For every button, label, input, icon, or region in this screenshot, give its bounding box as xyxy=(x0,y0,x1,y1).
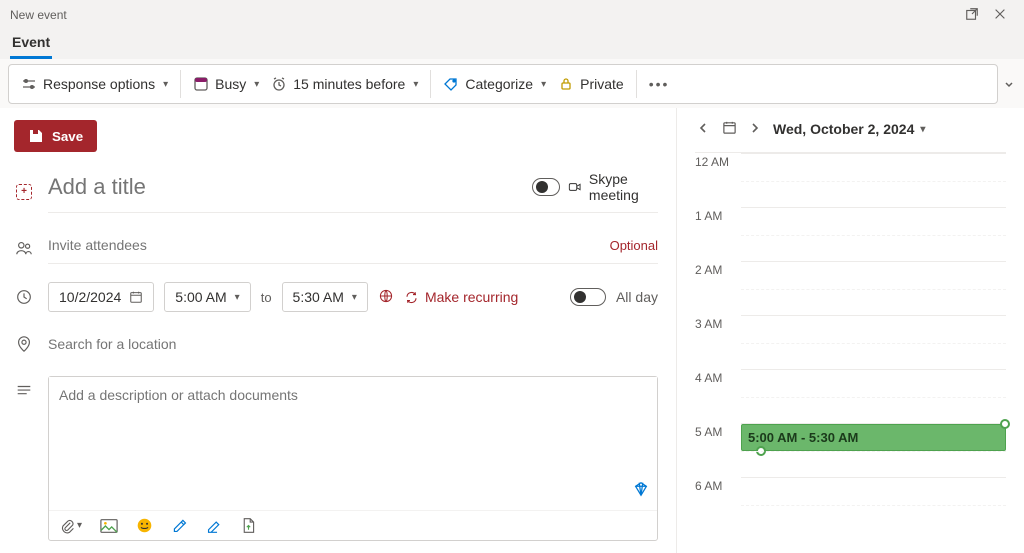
end-time-picker[interactable]: 5:30 AM ▾ xyxy=(282,282,368,312)
calendar-icon xyxy=(129,290,143,304)
more-options-button[interactable]: ••• xyxy=(643,72,676,96)
tab-event[interactable]: Event xyxy=(10,30,52,59)
day-view-date[interactable]: Wed, October 2, 2024 ▾ xyxy=(773,121,925,137)
chevron-down-icon: ▾ xyxy=(163,79,168,90)
chevron-down-icon: ▾ xyxy=(235,292,240,303)
popout-icon[interactable] xyxy=(958,7,986,24)
chevron-down-icon: ▾ xyxy=(541,79,546,90)
people-icon xyxy=(14,239,34,257)
highlight-button[interactable] xyxy=(171,517,188,534)
prev-day-button[interactable] xyxy=(695,121,711,137)
day-grid[interactable]: 12 AM 1 AM 2 AM 3 AM 4 AM 5 AM 5:00 AM -… xyxy=(695,152,1006,531)
resize-handle-top[interactable] xyxy=(1000,419,1010,429)
end-time-value: 5:30 AM xyxy=(293,289,344,305)
categorize-button[interactable]: Categorize ▾ xyxy=(437,72,552,96)
location-input[interactable] xyxy=(48,330,658,358)
start-date-value: 10/2/2024 xyxy=(59,289,121,305)
response-options-button[interactable]: Response options ▾ xyxy=(15,72,174,96)
hour-label: 12 AM xyxy=(695,153,741,207)
resize-handle-bottom[interactable] xyxy=(756,446,766,456)
attendees-input[interactable] xyxy=(48,231,610,259)
start-date-picker[interactable]: 10/2/2024 xyxy=(48,282,154,312)
clock-icon xyxy=(14,288,34,306)
recurring-label: Make recurring xyxy=(425,289,518,305)
day-view-date-label: Wed, October 2, 2024 xyxy=(773,121,914,137)
show-as-button[interactable]: Busy ▾ xyxy=(187,72,265,96)
attach-button[interactable]: ▾ xyxy=(59,518,82,534)
hour-label: 3 AM xyxy=(695,315,741,369)
chevron-down-icon: ▾ xyxy=(920,124,925,135)
start-time-value: 5:00 AM xyxy=(175,289,226,305)
video-icon xyxy=(568,178,581,196)
title-bar: New event xyxy=(0,0,1024,30)
template-icon[interactable]: + xyxy=(14,184,34,200)
event-form: Save + Skype meeting Optio xyxy=(0,108,676,553)
skype-toggle[interactable] xyxy=(532,178,559,196)
chevron-down-icon: ▾ xyxy=(254,79,259,90)
editor-diamond-icon[interactable] xyxy=(632,480,650,501)
tabs: Event xyxy=(0,30,1024,60)
reminder-button[interactable]: 15 minutes before ▾ xyxy=(265,72,424,96)
allday-toggle[interactable] xyxy=(570,288,606,306)
skype-label: Skype meeting xyxy=(589,171,658,203)
hour-label: 6 AM xyxy=(695,477,741,531)
ribbon: Response options ▾ Busy ▾ 15 minutes bef… xyxy=(0,60,1024,108)
event-block[interactable]: 5:00 AM - 5:30 AM xyxy=(741,424,1006,451)
recurring-icon xyxy=(404,290,419,305)
hour-label: 4 AM xyxy=(695,369,741,423)
reminder-label: 15 minutes before xyxy=(293,76,405,92)
description-box: ▾ xyxy=(48,376,658,541)
chevron-down-icon: ▾ xyxy=(413,79,418,90)
save-label: Save xyxy=(52,129,83,144)
private-button[interactable]: Private xyxy=(552,72,630,96)
insert-file-button[interactable] xyxy=(241,517,256,534)
private-label: Private xyxy=(580,76,624,92)
to-label: to xyxy=(261,290,272,305)
show-as-label: Busy xyxy=(215,76,246,92)
hour-label: 5 AM xyxy=(695,423,741,477)
chevron-down-icon: ▾ xyxy=(352,292,357,303)
calendar-picker-button[interactable] xyxy=(721,120,737,138)
location-icon xyxy=(14,335,34,353)
ellipsis-icon: ••• xyxy=(649,76,670,92)
optional-attendees-link[interactable]: Optional xyxy=(610,238,658,253)
main: Save + Skype meeting Optio xyxy=(0,108,1024,553)
categorize-label: Categorize xyxy=(465,76,533,92)
insert-image-button[interactable] xyxy=(100,518,118,534)
day-view-header: Wed, October 2, 2024 ▾ xyxy=(695,120,1006,138)
timezone-icon[interactable] xyxy=(378,288,394,307)
ink-button[interactable] xyxy=(206,517,223,534)
emoji-button[interactable] xyxy=(136,517,153,534)
description-textarea[interactable] xyxy=(49,377,657,507)
hour-label: 2 AM xyxy=(695,261,741,315)
make-recurring-link[interactable]: Make recurring xyxy=(404,289,518,305)
event-time-label: 5:00 AM - 5:30 AM xyxy=(748,430,858,445)
allday-label: All day xyxy=(616,289,658,305)
day-view: Wed, October 2, 2024 ▾ 12 AM 1 AM 2 AM 3… xyxy=(676,108,1024,553)
description-icon xyxy=(14,376,34,400)
response-options-label: Response options xyxy=(43,76,155,92)
description-toolbar: ▾ xyxy=(49,510,657,540)
ribbon-collapse-button[interactable] xyxy=(1002,76,1016,92)
start-time-picker[interactable]: 5:00 AM ▾ xyxy=(164,282,250,312)
title-input[interactable] xyxy=(48,170,520,204)
save-button[interactable]: Save xyxy=(14,120,97,152)
close-icon[interactable] xyxy=(986,7,1014,24)
hour-label: 1 AM xyxy=(695,207,741,261)
next-day-button[interactable] xyxy=(747,121,763,137)
window-title: New event xyxy=(10,8,67,22)
